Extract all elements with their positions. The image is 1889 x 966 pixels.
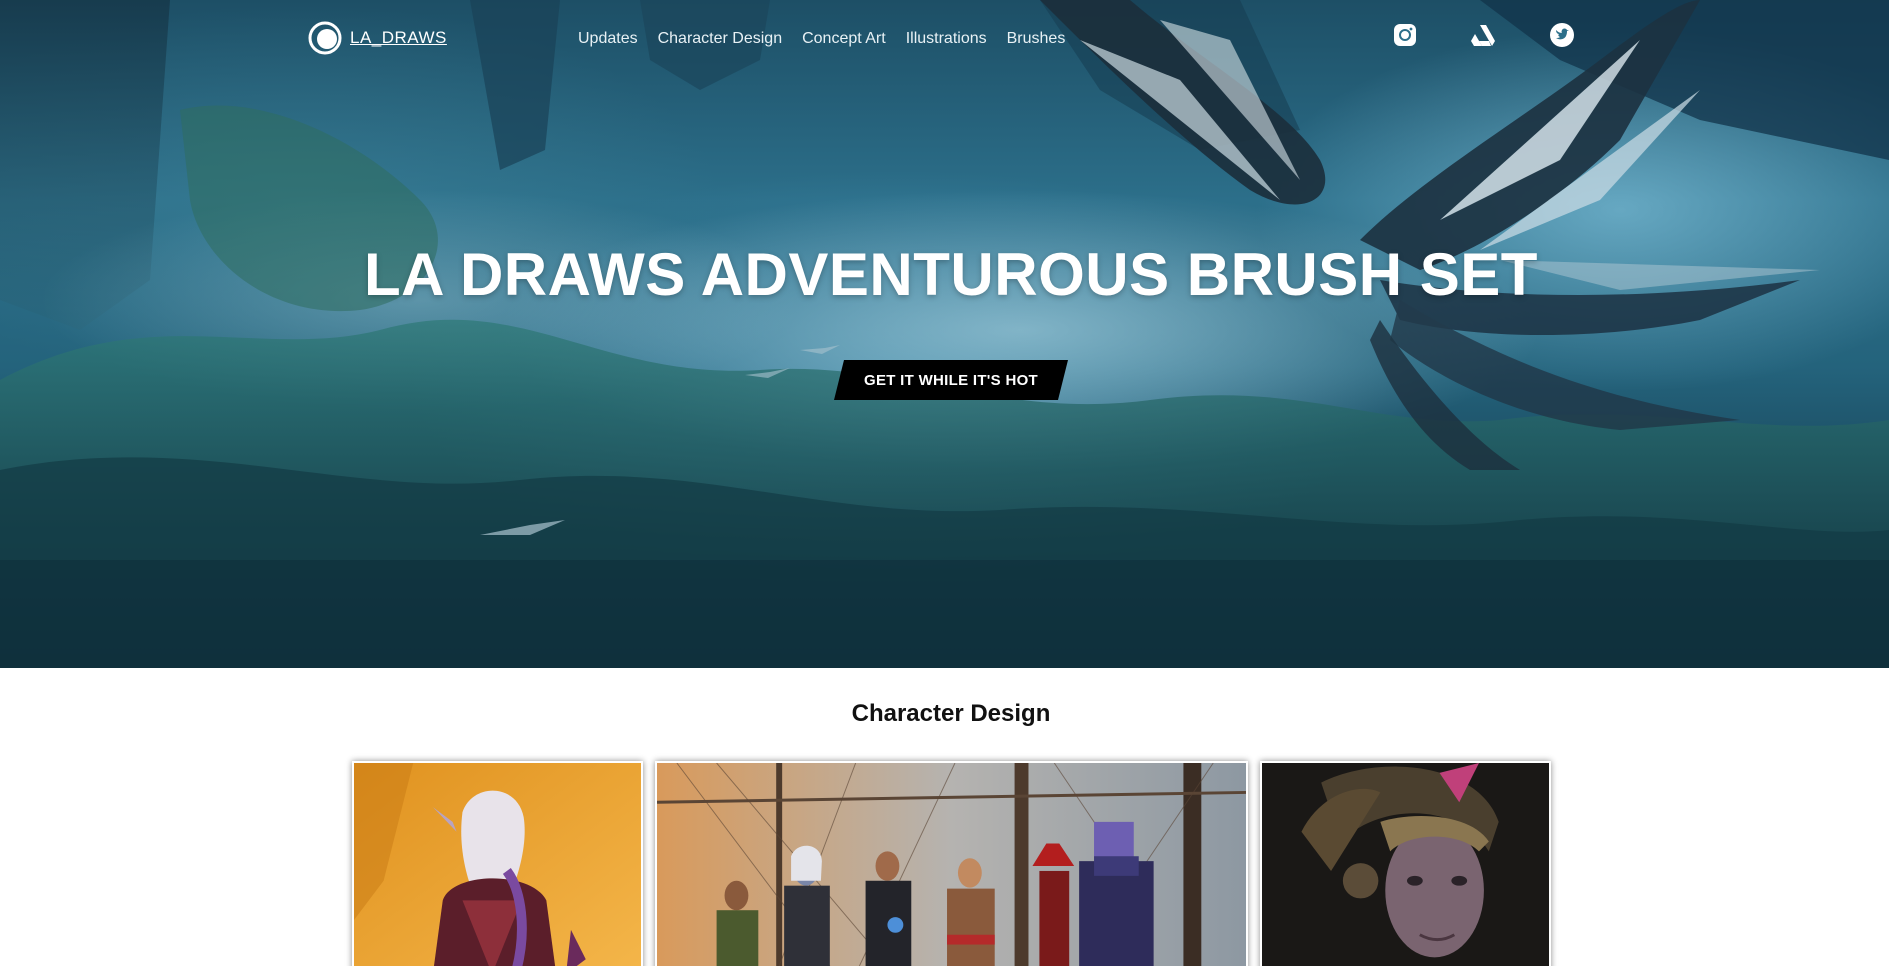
get-it-button[interactable]: GET IT WHILE IT'S HOT [834,360,1068,400]
logo-circle-icon [308,21,342,55]
main-nav: Updates Character Design Concept Art Ill… [578,30,1085,48]
character-card-crew[interactable] [655,761,1248,966]
nav-item-concept-art[interactable]: Concept Art [802,30,886,48]
artstation-icon[interactable] [1470,22,1496,48]
nav-item-updates[interactable]: Updates [578,30,638,48]
character-card-horned[interactable] [1260,761,1551,966]
character-card-elf[interactable] [352,761,643,966]
hero-banner: LA_DRAWS Updates Character Design Concep… [0,0,1889,668]
hero-background-art [0,0,1889,668]
pirate-crew-image [657,763,1246,966]
nav-item-illustrations[interactable]: Illustrations [906,30,987,48]
twitter-icon[interactable] [1549,22,1575,48]
horned-woman-image [1262,763,1549,966]
hero-title: LA DRAWS ADVENTUROUS BRUSH SET [364,241,1538,308]
brand-name[interactable]: LA_DRAWS [350,28,447,48]
brand-logo[interactable]: LA_DRAWS [308,21,447,55]
nav-item-character-design[interactable]: Character Design [658,30,783,48]
elf-warrior-image [354,763,641,966]
nav-item-brushes[interactable]: Brushes [1007,30,1066,48]
section-title: Character Design [851,700,1051,727]
instagram-icon[interactable] [1392,22,1418,48]
